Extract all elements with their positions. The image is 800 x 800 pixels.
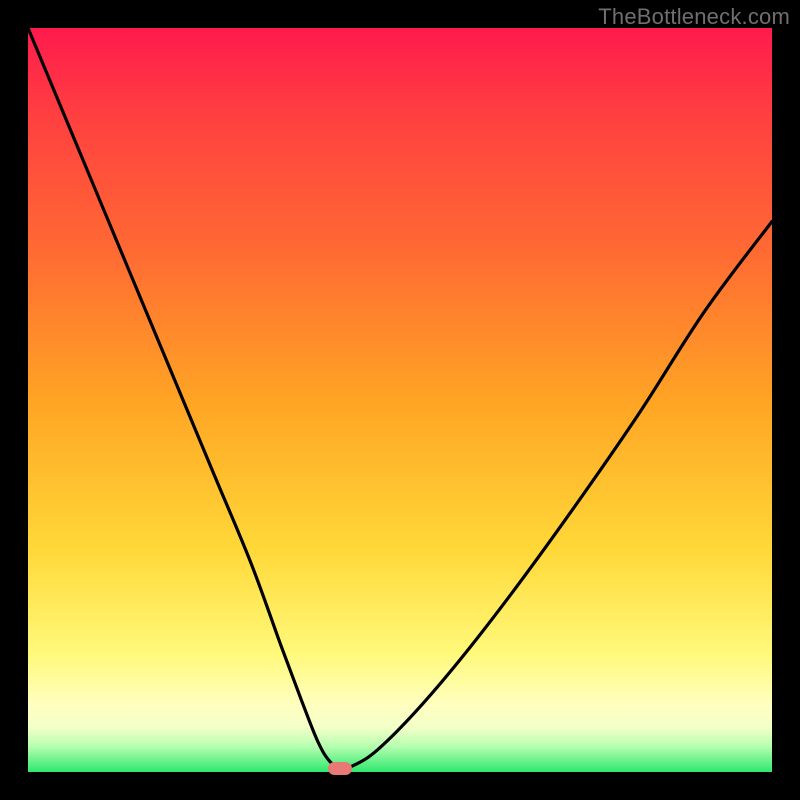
attribution-watermark: TheBottleneck.com [598,4,790,30]
bottleneck-marker [328,762,352,775]
bottleneck-curve [28,28,772,772]
chart-frame: TheBottleneck.com [0,0,800,800]
plot-area [28,28,772,772]
